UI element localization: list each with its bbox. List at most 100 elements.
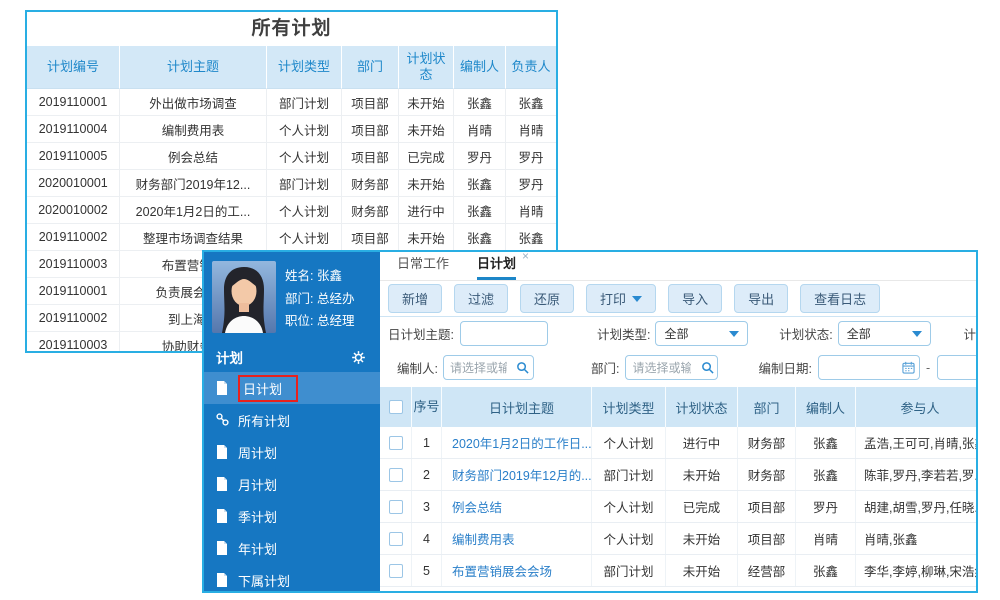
checkbox-cell: [380, 555, 412, 586]
chevron-down-icon: [912, 330, 923, 337]
tab-bar: 日常工作 日计划 ×: [380, 252, 976, 281]
filter-row-1: 日计划主题: 计划类型: 全部 计划状态: 全部 计: [380, 317, 976, 350]
cell-status: 进行中: [666, 427, 738, 458]
import-button[interactable]: 导入: [668, 284, 723, 313]
table-row: 2019110004 编制费用表 个人计划 项目部 未开始 肖晴 肖晴: [27, 116, 556, 143]
search-icon[interactable]: [513, 361, 533, 374]
page-title: 所有计划: [251, 18, 332, 39]
date-to-picker[interactable]: [937, 355, 976, 380]
table-row: 2019110001 外出做市场调查 部门计划 项目部 未开始 张鑫 张鑫: [27, 89, 556, 116]
cell-subject: 财务部门2019年12...: [120, 170, 267, 197]
date-range-separator: -: [925, 360, 931, 375]
cell-owner: 罗丹: [506, 143, 556, 170]
cell-plan-no: 2019110004: [27, 116, 120, 143]
column-header-status: 计划状态: [666, 387, 738, 427]
row-checkbox[interactable]: [388, 467, 403, 482]
table-row: 2019110005 例会总结 个人计划 项目部 已完成 罗丹 罗丹: [27, 143, 556, 170]
date-from-input[interactable]: [818, 356, 899, 379]
cell-type: 个人计划: [592, 491, 666, 522]
subject-link[interactable]: 例会总结: [452, 497, 502, 516]
cell-dept: 财务部: [738, 459, 796, 490]
reset-button[interactable]: 还原: [520, 284, 575, 313]
add-button[interactable]: 新增: [388, 284, 443, 313]
sidebar-item-label: 季计划: [238, 509, 278, 525]
cell-plan-no: 2019110002: [27, 305, 120, 332]
column-header-status: 计划状态: [399, 46, 454, 89]
cell-creator: 肖晴: [796, 523, 856, 554]
tab-daily-plan[interactable]: 日计划 ×: [477, 252, 529, 280]
cell-type: 个人计划: [267, 197, 342, 224]
filter-button[interactable]: 过滤: [454, 284, 509, 313]
sidebar-item-label: 月计划: [238, 477, 278, 493]
cell-type: 个人计划: [267, 143, 342, 170]
tab-daily-work[interactable]: 日常工作: [397, 253, 449, 280]
subject-link[interactable]: 2020年1月2日的工作日...: [452, 433, 591, 452]
creator-filter-input[interactable]: [443, 356, 513, 379]
file-icon: [216, 445, 229, 459]
sidebar-item-all-plans[interactable]: 所有计划: [204, 404, 380, 436]
row-checkbox[interactable]: [388, 563, 403, 578]
cell-subject: 例会总结: [120, 143, 267, 170]
column-header-owner: 负责人: [506, 46, 556, 89]
sidebar-item-label: 周计划: [238, 445, 278, 461]
cell-creator: 罗丹: [796, 491, 856, 522]
cell-subject: 编制费用表: [120, 116, 267, 143]
close-icon[interactable]: ×: [522, 252, 529, 263]
file-icon: [216, 381, 229, 395]
column-header-creator: 编制人: [796, 387, 856, 427]
cell-creator: 张鑫: [454, 197, 506, 224]
sidebar-item-subordinate-plan[interactable]: 下属计划: [204, 564, 380, 591]
table-row: 2020010002 2020年1月2日的工... 个人计划 财务部 进行中 张…: [27, 197, 556, 224]
cell-status: 未开始: [666, 555, 738, 586]
dept-filter-input[interactable]: [626, 356, 698, 379]
sidebar-item-quarterly-plan[interactable]: 季计划: [204, 500, 380, 532]
gear-icon[interactable]: [351, 350, 366, 365]
view-log-button[interactable]: 查看日志: [800, 284, 881, 313]
select-all-checkbox[interactable]: [388, 400, 403, 414]
print-button[interactable]: 打印: [586, 284, 657, 313]
column-header-subject: 日计划主题: [442, 387, 592, 427]
dept-filter-picker[interactable]: [625, 355, 719, 380]
cell-creator: 张鑫: [454, 89, 506, 116]
row-checkbox[interactable]: [388, 499, 403, 514]
sidebar-item-daily-plan[interactable]: 日计划: [204, 372, 380, 404]
cell-plan-no: 2019110001: [27, 89, 120, 116]
cell-status: 未开始: [399, 116, 454, 143]
sidebar-item-weekly-plan[interactable]: 周计划: [204, 436, 380, 468]
date-to-input[interactable]: [938, 356, 976, 379]
avatar: [212, 261, 276, 333]
dept-filter-label: 部门:: [590, 362, 620, 376]
date-from-picker[interactable]: [817, 355, 920, 380]
profile-title: 职位: 总经理: [285, 314, 355, 328]
sidebar-item-monthly-plan[interactable]: 月计划: [204, 468, 380, 500]
cell-owner: 肖晴: [506, 197, 556, 224]
sidebar-section-label: 计划: [216, 351, 243, 366]
column-header-participants: 参与人: [900, 400, 940, 416]
row-checkbox[interactable]: [388, 531, 403, 546]
subject-filter-input[interactable]: [459, 321, 548, 346]
toolbar: 新增 过滤 还原 打印 导入 导出 查看日志: [380, 281, 976, 317]
creator-filter-picker[interactable]: [442, 355, 534, 380]
cell-creator: 张鑫: [796, 427, 856, 458]
subject-link[interactable]: 财务部门2019年12月的...: [452, 465, 591, 484]
sidebar-item-yearly-plan[interactable]: 年计划: [204, 532, 380, 564]
row-checkbox[interactable]: [388, 435, 403, 450]
profile-dept: 部门: 总经办: [285, 291, 355, 306]
cell-status: 未开始: [399, 170, 454, 197]
search-icon[interactable]: [697, 361, 717, 374]
annotation-box: 日计划: [238, 374, 299, 402]
calendar-icon[interactable]: [899, 361, 919, 374]
checkbox-cell: [380, 491, 412, 522]
file-icon: [216, 573, 229, 587]
subject-link[interactable]: 编制费用表: [452, 529, 515, 548]
sidebar-item-label: 日计划: [243, 381, 283, 397]
cell-creator: 张鑫: [454, 224, 506, 251]
cell-dept: 财务部: [738, 427, 796, 458]
cell-participants: 肖晴,张鑫: [864, 533, 918, 547]
cell-index: 4: [412, 523, 442, 554]
subject-link[interactable]: 布置营销展会会场: [452, 561, 552, 580]
status-filter-select[interactable]: 全部: [837, 321, 932, 346]
type-filter-select[interactable]: 全部: [655, 321, 749, 346]
export-button[interactable]: 导出: [734, 284, 789, 313]
status-filter-label: 计划状态:: [779, 328, 833, 342]
